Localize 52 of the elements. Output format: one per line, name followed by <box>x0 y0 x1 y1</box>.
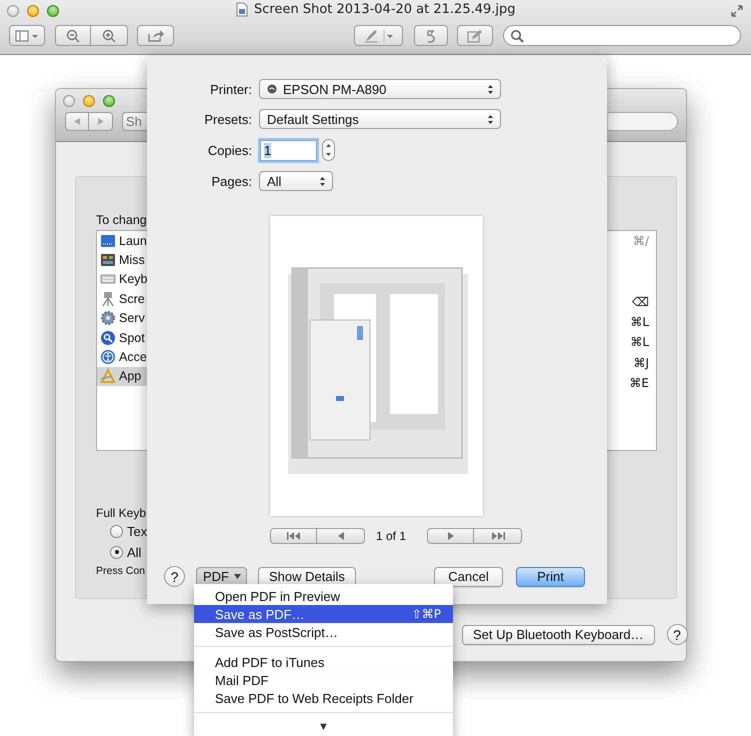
help-button[interactable]: ? <box>666 624 688 645</box>
pdf-menu-button[interactable]: PDF <box>196 566 247 586</box>
copies-field[interactable]: 1 <box>260 140 317 160</box>
setting-label: Full Keyb <box>96 506 146 520</box>
item-label: Laun <box>119 234 147 248</box>
menu-item[interactable]: Add PDF to iTunes <box>194 653 453 671</box>
item-label: Spot <box>119 330 145 345</box>
menu-item[interactable]: Save as PDF… ⇧⌘P <box>194 605 453 623</box>
list-item[interactable]: Laun <box>97 231 149 250</box>
menu-item[interactable]: Save PDF to Web Receipts Folder <box>194 689 453 707</box>
push-button[interactable]: Show Details <box>258 566 356 586</box>
shortcut-text: ⌫ <box>632 294 649 311</box>
menu-item[interactable]: Open PDF in Preview <box>194 587 453 605</box>
push-button[interactable]: Cancel <box>434 566 503 586</box>
page-count: 1 of 1 <box>376 529 407 543</box>
printer-popup[interactable]: EPSON PM-A890 <box>259 79 501 99</box>
scroll-arrow[interactable]: ▼ <box>194 719 453 735</box>
hint-text: Press Con <box>96 565 146 577</box>
field-label: Printer: <box>209 82 252 96</box>
push-button[interactable]: Print <box>516 566 585 586</box>
item-label: Scre <box>119 292 145 306</box>
show-all-button[interactable]: Sh <box>122 112 148 131</box>
item-label: Serv <box>119 311 145 326</box>
list-item[interactable]: Spot <box>97 328 149 348</box>
popup-button[interactable]: All <box>259 171 333 191</box>
window-title: Screen Shot 2013-04-20 at 21.25.49.jpg <box>254 2 516 17</box>
menu-item[interactable]: Mail PDF <box>194 671 453 689</box>
instruction-text: To chang <box>96 213 148 228</box>
field-label: Pages: <box>210 174 252 188</box>
radio-label: Tex <box>127 524 148 538</box>
shortcut-text: ⌘L <box>630 314 649 332</box>
bluetooth-button[interactable]: Set Up Bluetooth Keyboard… <box>462 624 655 644</box>
list-item[interactable]: Miss <box>97 250 149 270</box>
popup-button[interactable]: Default Settings <box>259 109 501 129</box>
shortcut-text: ⌘/ <box>632 233 649 250</box>
shortcut-text: ⌘J <box>633 354 649 372</box>
item-label: Acce <box>119 350 147 364</box>
help-button[interactable]: ? <box>164 566 185 587</box>
list-item[interactable]: Acce <box>97 347 149 367</box>
radio-label: All <box>127 544 142 560</box>
shortcut-text: ⌘L <box>630 334 649 352</box>
item-label: Keyb <box>119 272 148 286</box>
list-item[interactable]: App <box>97 366 149 386</box>
field-label: Copies: <box>206 142 252 158</box>
list-item[interactable]: Serv <box>97 308 149 328</box>
item-label: Miss <box>119 253 145 268</box>
list-item[interactable]: Scre <box>97 289 149 309</box>
item-label: App <box>119 369 142 384</box>
field-label: Presets: <box>203 112 252 126</box>
menu-item[interactable]: Save as PostScript… <box>194 623 453 641</box>
list-item[interactable]: Keyb <box>97 270 149 290</box>
shortcut-text: ⌘E <box>629 375 649 392</box>
